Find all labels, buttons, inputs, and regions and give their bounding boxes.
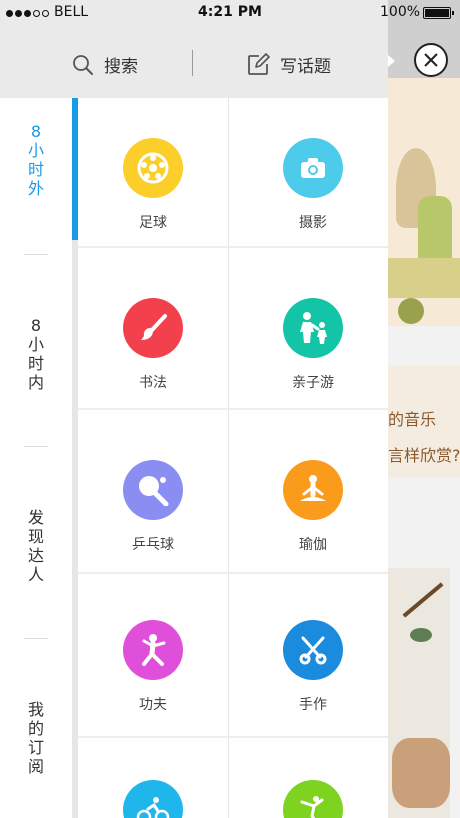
yoga-icon bbox=[300, 475, 326, 501]
grid-item-photography[interactable]: 摄影 bbox=[238, 138, 388, 232]
grid-item-label: 功夫 bbox=[139, 697, 167, 713]
sidebar-item-my-subscriptions[interactable]: 我的订阅 bbox=[0, 700, 72, 776]
grid-divider bbox=[78, 572, 388, 574]
grid-item-circle bbox=[283, 298, 343, 358]
search-icon bbox=[73, 54, 93, 75]
grid-divider bbox=[78, 736, 388, 738]
grid-item-circle bbox=[283, 620, 343, 680]
scissors-icon bbox=[299, 636, 327, 665]
background-illustration bbox=[388, 78, 460, 326]
search-button[interactable]: 搜索 bbox=[72, 52, 138, 77]
write-topic-label: 写话题 bbox=[280, 57, 331, 77]
grid-item-circle bbox=[283, 138, 343, 198]
category-sidebar: 8小时外 8小时内 发现达人 我的订阅 bbox=[0, 98, 72, 818]
ping-pong-icon bbox=[139, 476, 169, 506]
grid-divider bbox=[78, 246, 388, 248]
grid-item-kungfu[interactable]: 功夫 bbox=[78, 620, 228, 714]
grid-item-label: 摄影 bbox=[299, 215, 327, 231]
sidebar-item-8h-inside[interactable]: 8小时内 bbox=[0, 316, 72, 392]
grid-item-label: 亲子游 bbox=[292, 375, 334, 391]
grid-item-label: 手作 bbox=[299, 697, 327, 713]
drawer-top-bar: 搜索 写话题 bbox=[0, 26, 388, 98]
kungfu-icon bbox=[142, 634, 166, 666]
close-icon bbox=[424, 53, 438, 67]
grid-item-circle bbox=[123, 298, 183, 358]
grid-item-handcraft[interactable]: 手作 bbox=[238, 620, 388, 714]
grid-item-label: 乒乓球 bbox=[132, 537, 174, 553]
grid-item-circle bbox=[123, 460, 183, 520]
grid-item-family-trip[interactable]: 亲子游 bbox=[238, 298, 388, 392]
sidebar-divider bbox=[24, 638, 48, 639]
grid-item-label: 书法 bbox=[139, 375, 167, 391]
grid-divider bbox=[78, 408, 388, 410]
sidebar-item-label: 发现达人 bbox=[27, 508, 44, 584]
search-label: 搜索 bbox=[104, 57, 138, 77]
dance-icon bbox=[300, 796, 324, 818]
close-button[interactable] bbox=[414, 43, 448, 77]
sidebar-item-label: 我的订阅 bbox=[27, 700, 44, 776]
background-text-line: 言样欣赏? bbox=[388, 446, 460, 465]
grid-divider bbox=[228, 98, 229, 818]
brush-icon bbox=[141, 314, 167, 340]
cycling-icon bbox=[136, 797, 170, 818]
sidebar-divider bbox=[24, 254, 48, 255]
grid-item-ping-pong[interactable]: 乒乓球 bbox=[78, 460, 228, 554]
clock: 4:21 PM bbox=[198, 4, 262, 20]
write-topic-button[interactable]: 写话题 bbox=[246, 52, 331, 77]
grid-item-soccer[interactable]: 足球 bbox=[78, 138, 228, 232]
camera-icon bbox=[301, 158, 325, 178]
top-bar-divider bbox=[192, 50, 193, 76]
grid-item-dance[interactable] bbox=[238, 780, 388, 818]
edit-icon bbox=[248, 52, 270, 75]
background-article-card[interactable]: 的音乐 言样欣赏? bbox=[388, 366, 460, 478]
background-text-line: 的音乐 bbox=[388, 410, 437, 429]
grid-item-circle bbox=[123, 780, 183, 818]
grid-item-label: 瑜伽 bbox=[299, 537, 327, 553]
grid-item-circle bbox=[283, 780, 343, 818]
parent-child-icon bbox=[300, 312, 327, 344]
soccer-ball-icon bbox=[137, 152, 169, 184]
grid-item-yoga[interactable]: 瑜伽 bbox=[238, 460, 388, 554]
grid-item-cycling[interactable] bbox=[78, 780, 228, 818]
grid-item-label: 足球 bbox=[139, 215, 167, 231]
battery-icon bbox=[423, 7, 454, 19]
sidebar-item-discover-experts[interactable]: 发现达人 bbox=[0, 508, 72, 584]
carrier-name: BELL bbox=[54, 4, 89, 20]
signal-strength-icon bbox=[6, 7, 49, 19]
grid-item-circle bbox=[123, 138, 183, 198]
grid-item-circle bbox=[123, 620, 183, 680]
background-painting-image bbox=[388, 568, 450, 818]
sidebar-item-8h-outside[interactable]: 8小时外 bbox=[0, 122, 72, 198]
battery-percent: 100% bbox=[380, 4, 421, 20]
interest-grid: 足球 摄影 书法 亲子游 乒乓球 瑜伽 功夫 手作 bbox=[78, 98, 388, 818]
status-bar: BELL 4:21 PM bbox=[0, 0, 388, 26]
sidebar-item-label: 8小时内 bbox=[27, 316, 44, 392]
drawer-pointer bbox=[388, 55, 395, 67]
sidebar-item-label: 8小时外 bbox=[27, 122, 44, 198]
grid-item-circle bbox=[283, 460, 343, 520]
grid-item-calligraphy[interactable]: 书法 bbox=[78, 298, 228, 392]
sidebar-divider bbox=[24, 446, 48, 447]
